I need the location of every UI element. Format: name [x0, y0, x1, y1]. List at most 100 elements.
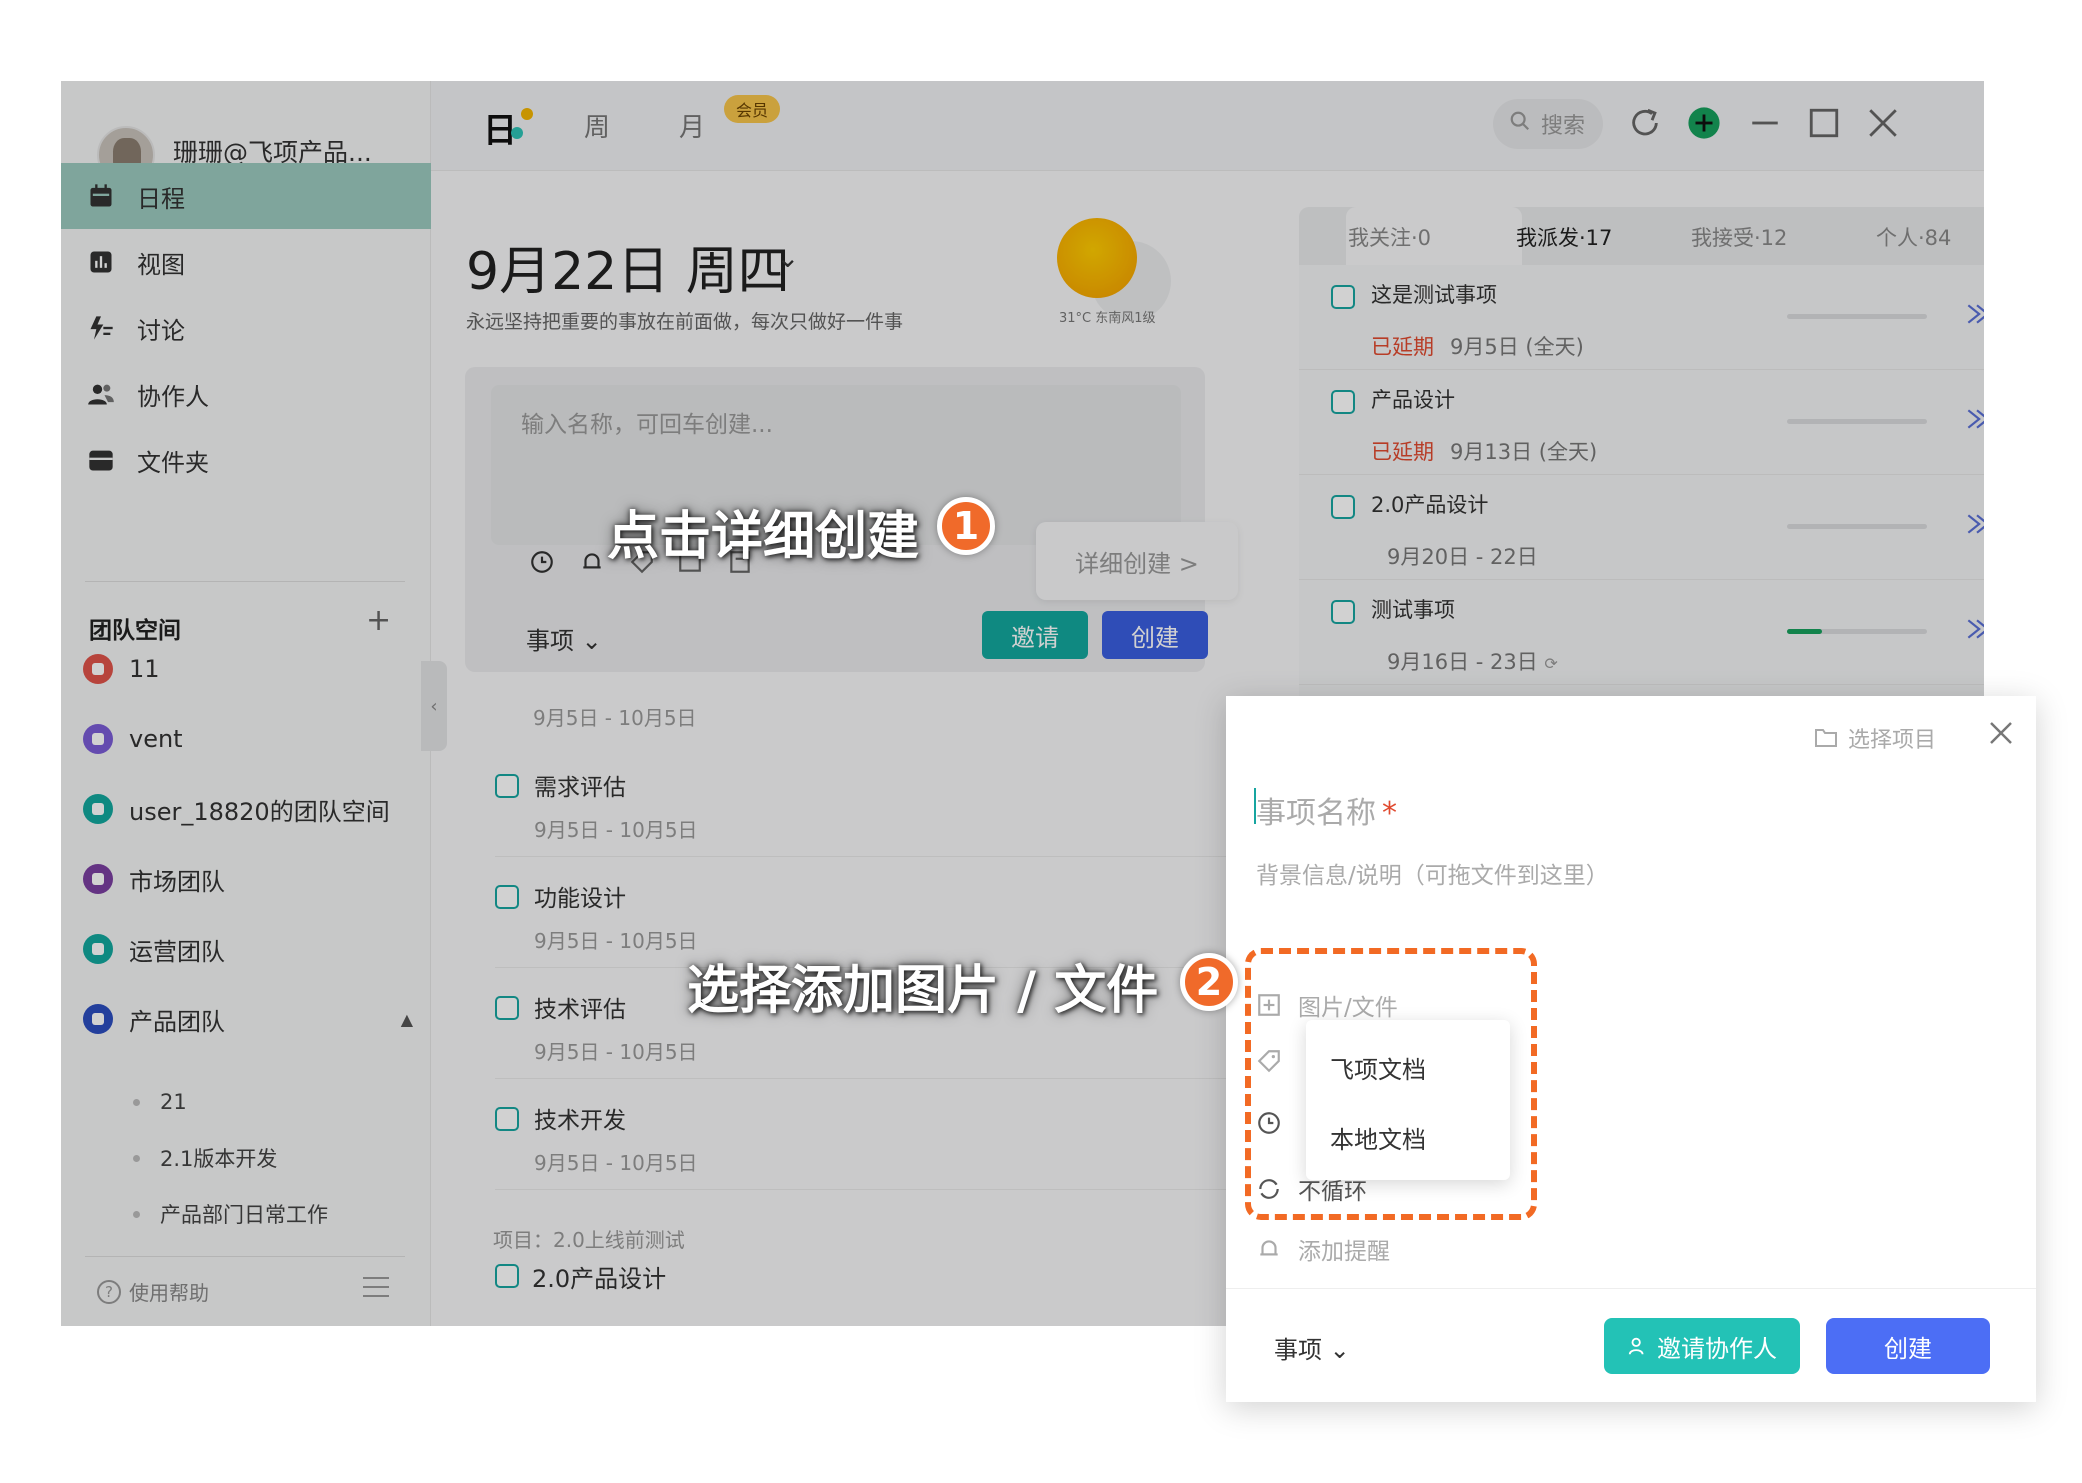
task-checkbox[interactable] — [495, 996, 519, 1020]
chart-icon — [87, 248, 115, 276]
item-name-input[interactable]: 事项名称 * — [1256, 788, 1397, 832]
search-placeholder: 搜索 — [1541, 114, 1586, 139]
search-input[interactable]: 搜索 — [1493, 99, 1603, 149]
chevron-down-icon: ⌄ — [581, 627, 602, 655]
assigned-task-row[interactable]: 产品设计 已延期 9月13日 (全天) — [1299, 370, 1984, 475]
task-name[interactable]: 2.0产品设计 — [532, 1259, 666, 1294]
tab-personal[interactable]: 个人·84 — [1876, 222, 1951, 252]
team-item[interactable]: 市场团队 — [83, 849, 225, 909]
reminder-label: 添加提醒 — [1298, 1239, 1390, 1265]
team-item[interactable]: 运营团队 — [83, 919, 225, 979]
forward-icon[interactable] — [1964, 406, 1984, 432]
help-label: 使用帮助 — [129, 1281, 209, 1305]
team-label: vent — [129, 725, 183, 753]
people-icon — [87, 380, 115, 408]
sub-project-item[interactable]: 2.1版本开发 — [133, 1133, 277, 1183]
nav-item-folders[interactable]: 文件夹 — [61, 427, 431, 493]
team-item[interactable]: user_18820的团队空间 — [83, 779, 390, 839]
team-label: 市场团队 — [129, 867, 225, 896]
tab-week[interactable]: 周 — [584, 107, 610, 144]
item-type-select[interactable]: 事项 ⌄ — [526, 621, 602, 656]
chevron-down-icon[interactable]: ⌄ — [776, 241, 799, 274]
team-label: 运营团队 — [129, 937, 225, 966]
sub-project-item[interactable]: 21 — [133, 1077, 187, 1127]
team-icon — [83, 654, 113, 684]
dropdown-item-feixiang-doc[interactable]: 飞项文档 — [1330, 1050, 1426, 1085]
detail-create-button[interactable]: 详细创建 > — [1036, 522, 1238, 600]
task-checkbox[interactable] — [495, 885, 519, 909]
description-input[interactable]: 背景信息/说明（可拖文件到这里） — [1256, 856, 1609, 890]
quick-create-placeholder: 输入名称，可回车创建... — [521, 412, 773, 438]
quick-create-button[interactable]: 创建 — [1102, 611, 1208, 659]
required-mark: * — [1382, 796, 1397, 831]
team-icon — [83, 794, 113, 824]
invite-collaborator-label: 邀请协作人 — [1657, 1334, 1777, 1363]
refresh-icon[interactable] — [1625, 103, 1665, 143]
add-circle-icon[interactable] — [1684, 103, 1724, 143]
tab-day-dot — [521, 108, 533, 120]
forward-icon[interactable] — [1964, 616, 1984, 642]
overdue-label: 已延期 — [1371, 335, 1434, 359]
team-label: user_18820的团队空间 — [129, 797, 390, 826]
assigned-task-row[interactable]: 2.0产品设计 9月20日 - 22日 — [1299, 475, 1984, 580]
motto: 永远坚持把重要的事放在前面做，每次只做好一件事 — [466, 311, 904, 333]
tab-following[interactable]: 我关注·0 — [1348, 222, 1431, 252]
team-item[interactable]: 产品团队 ▲ — [83, 989, 413, 1049]
task-checkbox[interactable] — [495, 1264, 519, 1288]
reminder-row[interactable]: 添加提醒 — [1256, 1232, 1390, 1266]
nav-label: 日程 — [137, 184, 185, 213]
nav-item-discussion[interactable]: 讨论 — [61, 295, 431, 361]
task-checkbox[interactable] — [495, 774, 519, 798]
dropdown-item-local-doc[interactable]: 本地文档 — [1330, 1120, 1426, 1155]
tab-day[interactable]: 日 — [483, 103, 517, 152]
task-checkbox[interactable] — [1331, 600, 1355, 624]
minimize-icon[interactable] — [1745, 103, 1785, 143]
assigned-task-row[interactable]: 这是测试事项 已延期 9月5日 (全天) — [1299, 265, 1984, 370]
select-project-button[interactable]: 选择项目 — [1814, 722, 1936, 754]
nav-label: 讨论 — [137, 316, 185, 345]
close-window-icon[interactable] — [1863, 103, 1903, 143]
task-date: 9月20日 - 22日 — [1387, 545, 1538, 569]
team-label: 11 — [129, 655, 160, 683]
item-type-label: 事项 — [526, 627, 574, 655]
team-item[interactable]: 11 — [83, 639, 160, 699]
invite-button[interactable]: 邀请 — [982, 611, 1088, 659]
forward-icon[interactable] — [1964, 511, 1984, 537]
bell-icon[interactable] — [579, 549, 605, 575]
task-checkbox[interactable] — [1331, 285, 1355, 309]
team-item[interactable]: vent — [83, 709, 183, 769]
add-team-icon[interactable]: + — [366, 603, 391, 638]
nav-item-schedule[interactable]: 日程 — [61, 163, 431, 229]
nav-label: 文件夹 — [137, 448, 209, 477]
nav-item-views[interactable]: 视图 — [61, 229, 431, 295]
discussion-icon — [87, 314, 115, 342]
help-link[interactable]: ? 使用帮助 — [97, 1277, 209, 1306]
collapse-up-icon[interactable]: ▲ — [401, 1010, 413, 1029]
task-date: 9月5日 (全天) — [1450, 335, 1584, 359]
vip-badge: 会员 — [724, 95, 781, 123]
menu-icon[interactable] — [363, 1277, 389, 1297]
weather-sun-icon — [1057, 218, 1137, 298]
tab-month[interactable]: 月 — [679, 107, 705, 144]
forward-icon[interactable] — [1964, 301, 1984, 327]
tab-dispatched[interactable]: 我派发·17 — [1516, 222, 1612, 252]
maximize-icon[interactable] — [1804, 103, 1844, 143]
tab-accepted[interactable]: 我接受·12 — [1691, 222, 1787, 252]
close-icon[interactable] — [1986, 718, 2016, 748]
sub-project-item[interactable]: 产品部门日常工作 — [133, 1189, 328, 1239]
task-checkbox[interactable] — [1331, 495, 1355, 519]
screenshot-stage: 珊珊@飞项产品... 日程 视图 讨论 协作人 文件夹 团队空间 + 11 ve… — [0, 0, 2082, 1483]
date-title[interactable]: 9月22日 周四 — [466, 229, 790, 304]
item-type-select[interactable]: 事项 ⌄ — [1274, 1330, 1350, 1365]
invite-collaborator-button[interactable]: 邀请协作人 — [1604, 1318, 1800, 1374]
task-row[interactable]: 需求评估 9月5日 - 10月5日 — [495, 746, 1235, 857]
create-button[interactable]: 创建 — [1826, 1318, 1990, 1374]
collapse-sidebar-handle[interactable]: ‹ — [421, 661, 447, 751]
clock-icon[interactable] — [529, 549, 555, 575]
task-checkbox[interactable] — [1331, 390, 1355, 414]
nav-item-collaborators[interactable]: 协作人 — [61, 361, 431, 427]
assigned-task-row[interactable]: 测试事项 9月16日 - 23日 ⟳ — [1299, 580, 1984, 685]
task-checkbox[interactable] — [495, 1107, 519, 1131]
help-icon: ? — [97, 1279, 121, 1304]
task-row[interactable]: 技术开发 9月5日 - 10月5日 — [495, 1079, 1235, 1190]
